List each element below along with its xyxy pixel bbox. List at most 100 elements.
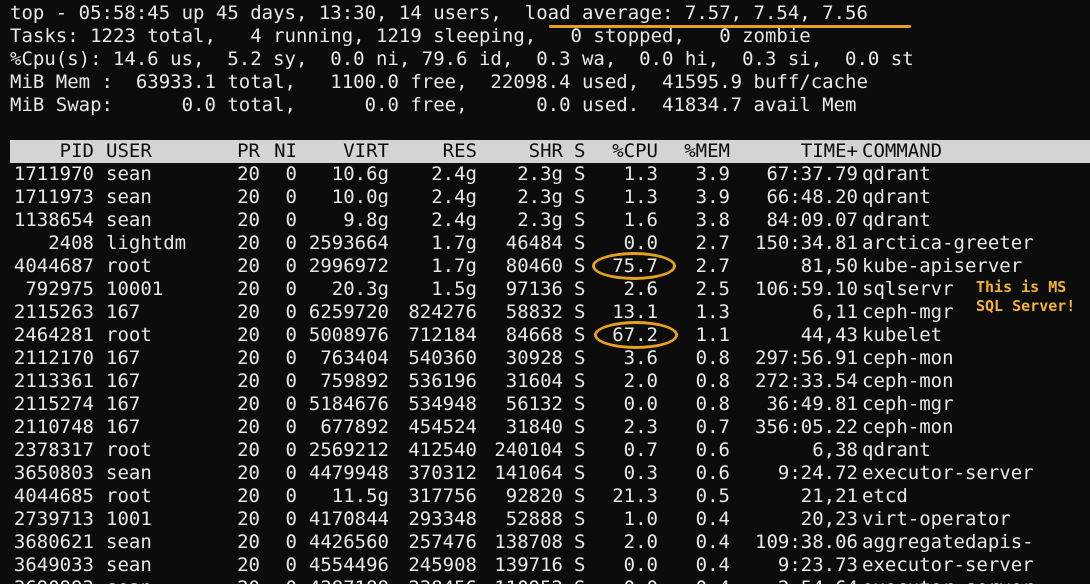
cell-time: 356:05.22 xyxy=(755,416,858,438)
cell-state: S xyxy=(574,439,586,461)
process-table-header[interactable]: PID USER PR NI VIRT RES SHR S %CPU %MEM TIME+ COMMA… xyxy=(10,140,1090,163)
cell-command: qdrant xyxy=(862,163,931,185)
cell-shr: 31604 xyxy=(505,370,563,392)
cell-ni: 0 xyxy=(285,232,297,254)
cell-ni: 0 xyxy=(285,324,297,346)
cell-state: S xyxy=(574,554,586,576)
cell-res: 540360 xyxy=(408,347,477,369)
summary-swap: MiB Swap: 0.0 total, 0.0 free, 0.0 used.… xyxy=(10,94,857,116)
cell-user: 167 xyxy=(106,347,141,369)
cell-virt: 6259720 xyxy=(308,301,389,323)
cell-time: 20,23 xyxy=(800,508,858,530)
cell-pr: 20 xyxy=(237,255,260,277)
cell-time: 84:09.07 xyxy=(766,209,858,231)
cell-time: 2:54.64 xyxy=(737,577,858,584)
cell-cpu: 2.6 xyxy=(623,278,658,300)
cell-state: S xyxy=(574,485,586,507)
cell-pid: 3690993 xyxy=(10,577,94,584)
cell-user: 167 xyxy=(106,393,141,415)
cell-time: 106:59.10 xyxy=(755,278,858,300)
cell-ni: 0 xyxy=(285,301,297,323)
cell-pr: 20 xyxy=(237,485,260,507)
cell-ni: 0 xyxy=(285,347,297,369)
process-row: 792975 10001 20 0 20.3g 1.5g 97136 S 2.6 2.5 106:5… xyxy=(10,278,1090,301)
cell-pid: 3649033 xyxy=(13,554,94,576)
process-row: 3680621 sean 20 0 4426560 257476 138708 S 2.0 0.4… xyxy=(10,531,1090,554)
column-header-shr: SHR xyxy=(528,140,563,162)
cell-mem: 0.8 xyxy=(695,393,730,415)
cell-shr: 97136 xyxy=(505,278,563,300)
cell-mem: 0.4 xyxy=(695,508,730,530)
cell-res: 293348 xyxy=(408,508,477,530)
cell-virt: 2996972 xyxy=(308,255,389,277)
cell-res: 412540 xyxy=(408,439,477,461)
cell-pid: 2408 xyxy=(48,232,94,254)
cell-user: 167 xyxy=(106,370,141,392)
cell-pid: 2110748 xyxy=(13,416,94,438)
cell-time: 44,43 xyxy=(800,324,858,346)
cell-shr: 56132 xyxy=(505,393,563,415)
cell-command: executor-server xyxy=(862,462,1034,484)
cell-pr: 20 xyxy=(237,393,260,415)
cell-mem: 0.4 xyxy=(695,554,730,576)
column-header-user: USER xyxy=(106,140,152,162)
cell-user: sean xyxy=(106,554,152,576)
cell-state: S xyxy=(574,531,586,553)
cell-user: sean xyxy=(106,531,152,553)
cell-command: executor-server xyxy=(862,554,1034,576)
cell-ni: 0 xyxy=(285,531,297,553)
cell-res: 824276 xyxy=(408,301,477,323)
column-header-time: TIME+ xyxy=(800,140,858,162)
cell-pr: 20 xyxy=(237,163,260,185)
cell-shr: 30928 xyxy=(505,347,563,369)
cell-user: 1001 xyxy=(106,508,152,530)
cell-user: 167 xyxy=(106,416,141,438)
cell-cpu: 0.7 xyxy=(623,439,658,461)
cell-shr: 80460 xyxy=(505,255,563,277)
process-row: 3650803 sean 20 0 4479948 370312 141064 S 0.3 0.6… xyxy=(10,462,1090,485)
cell-ni: 0 xyxy=(285,186,297,208)
cell-command: kubelet xyxy=(862,324,943,346)
cell-res: 536196 xyxy=(408,370,477,392)
cell-mem: 1.1 xyxy=(695,324,730,346)
cell-pid: 3680621 xyxy=(13,531,94,553)
cell-ni: 0 xyxy=(285,209,297,231)
summary-mem: MiB Mem : 63933.1 total, 1100.0 free, 22… xyxy=(10,71,868,93)
cell-state: S xyxy=(574,347,586,369)
cell-shr: 2.3g xyxy=(517,186,563,208)
cell-cpu: 0.0 xyxy=(623,554,658,576)
cell-mem: 2.7 xyxy=(695,255,730,277)
cell-pid: 4044687 xyxy=(13,255,94,277)
cell-ni: 0 xyxy=(285,439,297,461)
cell-shr: 84668 xyxy=(505,324,563,346)
cell-virt: 4479948 xyxy=(308,462,389,484)
cell-pid: 2464281 xyxy=(13,324,94,346)
cell-command: ceph-mon xyxy=(862,347,954,369)
terminal-window[interactable]: top - 05:58:45 up 45 days, 13:30, 14 use… xyxy=(0,0,1090,584)
cell-ni: 0 xyxy=(285,370,297,392)
cell-res: 712184 xyxy=(408,324,477,346)
cell-cpu: 2.0 xyxy=(623,370,658,392)
cell-ni: 0 xyxy=(285,278,297,300)
cell-cpu: 0.0 xyxy=(600,577,658,584)
cell-command: qdrant xyxy=(862,209,931,231)
column-header-ni: NI xyxy=(274,140,297,162)
cell-state: S xyxy=(574,209,586,231)
cell-res: 238456 xyxy=(399,577,477,584)
cell-ni: 0 xyxy=(285,554,297,576)
cell-virt: 9.8g xyxy=(343,209,389,231)
cell-command: ceph-mon xyxy=(862,370,954,392)
cell-shr: 92820 xyxy=(505,485,563,507)
cell-pr: 20 xyxy=(237,347,260,369)
cell-state: S xyxy=(574,577,588,584)
summary-cpu: %Cpu(s): 14.6 us, 5.2 sy, 0.0 ni, 79.6 i… xyxy=(10,48,914,70)
cell-pid: 1711973 xyxy=(13,186,94,208)
cell-pr: 20 xyxy=(237,232,260,254)
process-row: 2115274 167 20 0 5184676 534948 56132 S 0.0 0.8 36… xyxy=(10,393,1090,416)
process-row: 2408 lightdm 20 0 2593664 1.7g 46484 S 0.0 2.7 150… xyxy=(10,232,1090,255)
cell-cpu: 0.0 xyxy=(623,393,658,415)
cell-shr: 58832 xyxy=(505,301,563,323)
column-header-cpu: %CPU xyxy=(612,140,658,162)
cell-time: 67:37.79 xyxy=(766,163,858,185)
cell-pr: 20 xyxy=(237,531,260,553)
